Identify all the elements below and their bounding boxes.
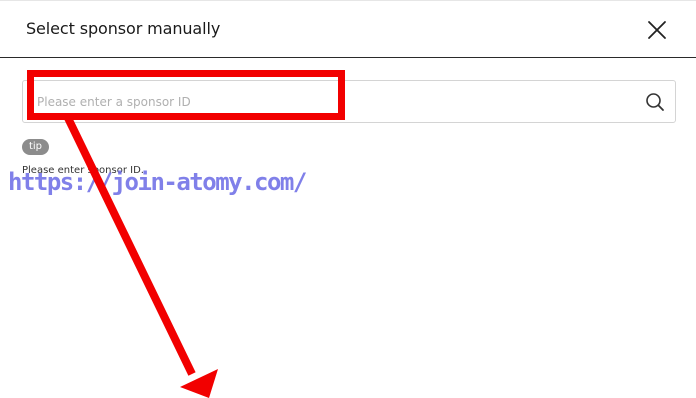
search-button[interactable] (643, 90, 667, 114)
watermark-text: https://join-atomy.com/ (8, 168, 307, 196)
red-arrow-annotation (64, 116, 218, 398)
modal-title: Select sponsor manually (26, 19, 221, 38)
sponsor-select-modal: Select sponsor manually tip Please enter… (0, 0, 696, 398)
tip-badge: tip (22, 139, 49, 155)
red-highlight-box (27, 70, 345, 120)
close-button[interactable] (644, 17, 670, 43)
close-icon (648, 21, 666, 39)
modal-header: Select sponsor manually (0, 1, 696, 58)
search-icon (646, 93, 664, 111)
